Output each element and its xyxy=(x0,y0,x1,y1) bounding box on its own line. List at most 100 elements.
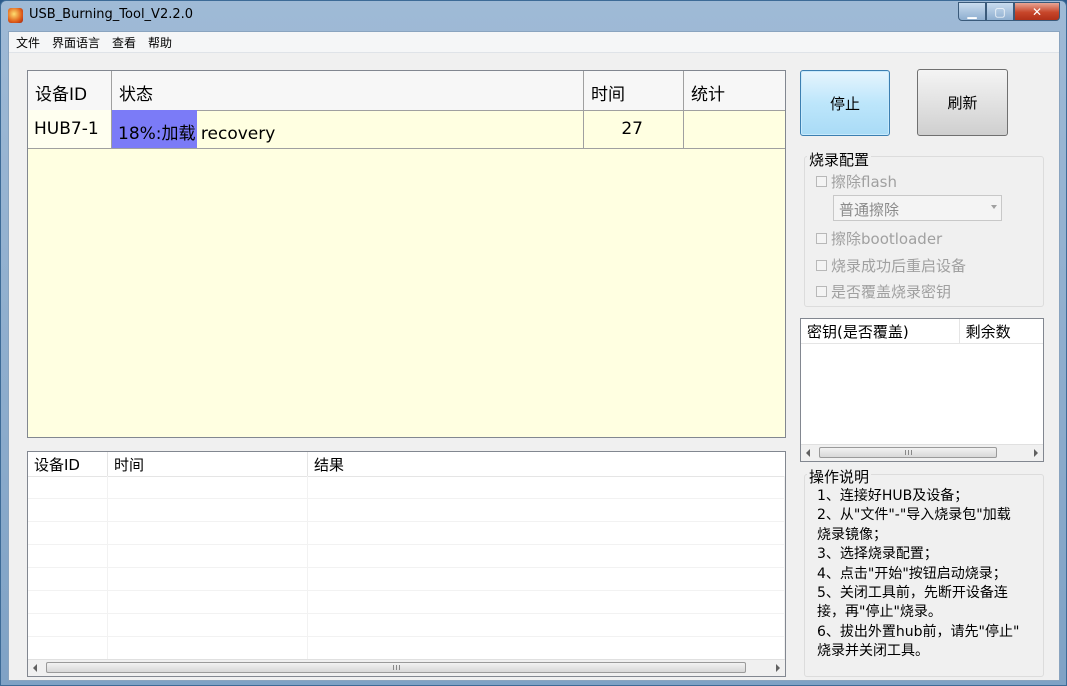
erase-mode-value: 普通擦除 xyxy=(839,201,900,219)
scroll-left-icon[interactable] xyxy=(33,664,37,672)
result-list-header: 设备ID 时间 结果 xyxy=(28,452,785,477)
device-grid-header: 设备ID 状态 时间 统计 xyxy=(28,71,785,111)
result-row xyxy=(28,637,785,659)
result-cell xyxy=(28,591,108,613)
scroll-thumb[interactable] xyxy=(46,662,746,673)
time-cell: 27 xyxy=(584,110,684,148)
column-result[interactable]: 结果 xyxy=(308,452,785,476)
result-cell xyxy=(28,522,108,544)
scroll-thumb[interactable] xyxy=(819,447,997,458)
result-cell xyxy=(308,499,785,521)
status-cell: 18%:加载 recovery xyxy=(112,110,584,148)
instructions-group: 操作说明 1、连接好HUB及设备； 2、从"文件"-"导入烧录包"加载 烧录镜像… xyxy=(804,466,1044,677)
instruction-line: 6、拔出外置hub前，请先"停止" xyxy=(817,623,1020,640)
instructions-text: 1、连接好HUB及设备； 2、从"文件"-"导入烧录包"加载 烧录镜像； 3、选… xyxy=(817,487,1043,662)
column-device-id[interactable]: 设备ID xyxy=(28,71,112,110)
menu-view[interactable]: 查看 xyxy=(106,34,142,51)
result-cell xyxy=(108,522,308,544)
result-cell xyxy=(28,499,108,521)
menu-bar: 文件 界面语言 查看 帮助 xyxy=(9,32,1059,53)
instruction-line: 5、关闭工具前，先断开设备连 xyxy=(817,585,1008,602)
instruction-line: 4、点击"开始"按钮启动烧录； xyxy=(817,565,1007,582)
column-result-device-id[interactable]: 设备ID xyxy=(28,452,108,476)
result-cell xyxy=(308,545,785,567)
result-row xyxy=(28,568,785,591)
instruction-line: 烧录并关闭工具。 xyxy=(817,643,929,660)
maximize-button[interactable]: ▢ xyxy=(986,2,1014,21)
key-list-header: 密钥(是否覆盖) 剩余数 xyxy=(801,319,1043,344)
result-cell xyxy=(308,522,785,544)
result-list-scrollbar[interactable] xyxy=(28,659,785,676)
menu-help[interactable]: 帮助 xyxy=(142,34,178,51)
column-count[interactable]: 统计 xyxy=(684,71,785,110)
erase-bootloader-label: 擦除bootloader xyxy=(831,230,943,248)
menu-language[interactable]: 界面语言 xyxy=(46,34,106,51)
result-cell xyxy=(28,545,108,567)
overwrite-key-label: 是否覆盖烧录密钥 xyxy=(831,283,952,301)
erase-bootloader-checkbox[interactable] xyxy=(816,233,827,244)
window-controls: ▁ ▢ ✕ xyxy=(958,2,1060,21)
minimize-button[interactable]: ▁ xyxy=(958,2,986,21)
window-title: USB_Burning_Tool_V2.2.0 xyxy=(29,7,194,22)
scroll-left-icon[interactable] xyxy=(806,449,810,457)
stop-button[interactable]: 停止 xyxy=(800,70,890,136)
overwrite-key-checkbox[interactable] xyxy=(816,286,827,297)
instruction-line: 烧录镜像； xyxy=(817,526,887,543)
overwrite-key-option[interactable]: 是否覆盖烧录密钥 xyxy=(816,281,951,302)
result-cell xyxy=(28,476,108,498)
app-icon[interactable] xyxy=(8,8,23,23)
erase-flash-label: 擦除flash xyxy=(831,173,897,191)
column-key[interactable]: 密钥(是否覆盖) xyxy=(801,319,960,343)
client-area: 文件 界面语言 查看 帮助 设备ID 状态 时间 统计 HUB7-1 18%:加… xyxy=(8,31,1060,681)
result-list[interactable]: 设备ID 时间 结果 xyxy=(27,451,786,677)
instruction-line: 1、连接好HUB及设备； xyxy=(817,488,969,504)
result-cell xyxy=(108,568,308,590)
count-cell xyxy=(684,110,785,148)
close-button[interactable]: ✕ xyxy=(1014,2,1060,21)
column-remaining[interactable]: 剩余数 xyxy=(960,319,1043,343)
column-time[interactable]: 时间 xyxy=(584,71,684,110)
device-id-cell: HUB7-1 xyxy=(28,110,112,148)
result-cell xyxy=(28,568,108,590)
result-cell xyxy=(308,568,785,590)
erase-bootloader-option[interactable]: 擦除bootloader xyxy=(816,228,942,249)
result-cell xyxy=(308,637,785,659)
result-row xyxy=(28,545,785,568)
reboot-after-option[interactable]: 烧录成功后重启设备 xyxy=(816,255,966,276)
result-row xyxy=(28,522,785,545)
key-list-scrollbar[interactable] xyxy=(801,444,1043,461)
device-row[interactable]: HUB7-1 18%:加载 recovery 27 xyxy=(28,110,785,149)
result-row xyxy=(28,476,785,499)
reboot-after-label: 烧录成功后重启设备 xyxy=(831,257,967,275)
column-result-time[interactable]: 时间 xyxy=(108,452,308,476)
result-cell xyxy=(108,476,308,498)
result-cell xyxy=(108,614,308,636)
result-cell xyxy=(28,614,108,636)
key-list[interactable]: 密钥(是否覆盖) 剩余数 xyxy=(800,318,1044,462)
erase-flash-checkbox[interactable] xyxy=(816,176,827,187)
column-status[interactable]: 状态 xyxy=(112,71,584,110)
result-row xyxy=(28,614,785,637)
instruction-line: 3、选择烧录配置； xyxy=(817,546,938,563)
app-window: USB_Burning_Tool_V2.2.0 ▁ ▢ ✕ 文件 界面语言 查看… xyxy=(0,0,1067,686)
result-cell xyxy=(108,637,308,659)
device-grid[interactable]: 设备ID 状态 时间 统计 HUB7-1 18%:加载 recovery 27 xyxy=(27,70,786,438)
result-rows xyxy=(28,476,785,659)
erase-flash-option[interactable]: 擦除flash xyxy=(816,171,897,192)
grip-icon xyxy=(905,450,912,455)
instruction-line: 接，再"停止"烧录。 xyxy=(817,604,942,621)
result-cell xyxy=(308,614,785,636)
instructions-title: 操作说明 xyxy=(807,466,872,487)
scroll-right-icon[interactable] xyxy=(1034,449,1038,457)
instruction-line: 2、从"文件"-"导入烧录包"加载 xyxy=(817,507,1011,524)
scroll-right-icon[interactable] xyxy=(776,664,780,672)
result-row xyxy=(28,591,785,614)
menu-file[interactable]: 文件 xyxy=(9,34,46,51)
title-bar[interactable]: USB_Burning_Tool_V2.2.0 ▁ ▢ ✕ xyxy=(1,1,1066,31)
grip-icon xyxy=(393,665,400,670)
refresh-button[interactable]: 刷新 xyxy=(917,69,1008,136)
erase-mode-select[interactable]: 普通擦除 xyxy=(833,195,1002,221)
reboot-after-checkbox[interactable] xyxy=(816,260,827,271)
status-text: 18%:加载 recovery xyxy=(118,124,276,144)
result-cell xyxy=(308,591,785,613)
